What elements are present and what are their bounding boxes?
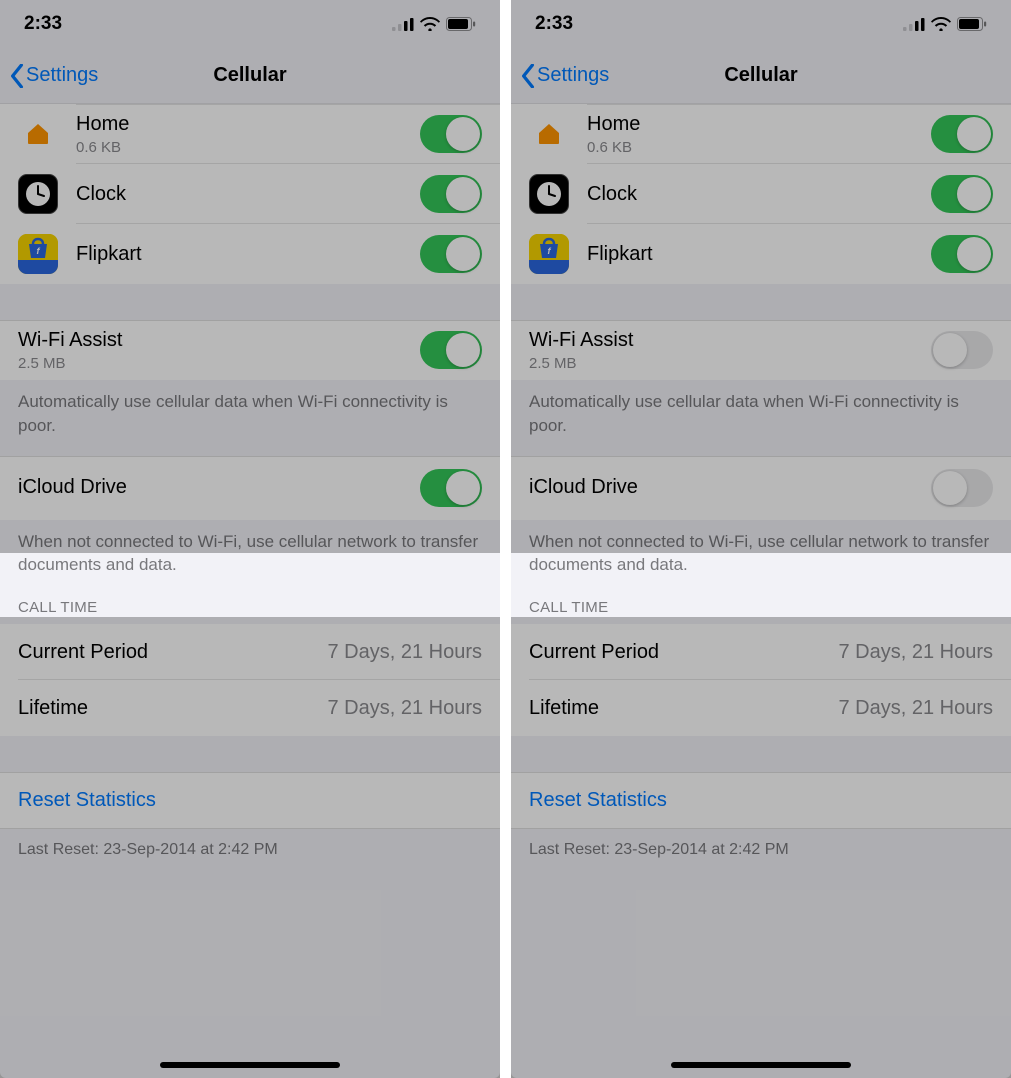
call-time-current-value: 7 Days, 21 Hours [838,641,993,664]
apps-group: Home 0.6 KB Clock [0,104,500,284]
wifi-assist-usage: 2.5 MB [18,355,420,372]
app-name: Home [587,112,931,137]
back-label: Settings [26,64,98,87]
toggle-flipkart[interactable] [931,235,993,273]
app-name: Flipkart [76,242,420,267]
flipkart-app-icon: f [18,234,58,274]
flipkart-app-icon: f [529,234,569,274]
page-title: Cellular [724,64,797,87]
last-reset-text: Last Reset: 23-Sep-2014 at 2:42 PM [0,829,500,883]
wifi-icon [420,17,440,31]
call-time-current-row: Current Period 7 Days, 21 Hours [511,624,1011,680]
wifi-assist-row[interactable]: Wi-Fi Assist 2.5 MB [511,320,1011,380]
nav-bar: Settings Cellular [0,48,500,104]
toggle-home[interactable] [420,115,482,153]
app-row-flipkart[interactable]: f Flipkart [0,224,500,284]
wifi-assist-title: Wi-Fi Assist [18,328,420,353]
status-icons [392,17,476,31]
clock-app-icon [529,174,569,214]
settings-content: Home 0.6 KB Clock [0,104,500,1078]
app-usage: 0.6 KB [76,139,420,156]
app-usage: 0.6 KB [587,139,931,156]
toggle-flipkart[interactable] [420,235,482,273]
reset-statistics-label: Reset Statistics [529,789,667,811]
app-name: Clock [76,182,420,207]
status-time: 2:33 [24,13,62,35]
reset-statistics-button[interactable]: Reset Statistics [511,772,1011,829]
call-time-current-value: 7 Days, 21 Hours [327,641,482,664]
status-bar: 2:33 [511,0,1011,48]
reset-statistics-label: Reset Statistics [18,789,156,811]
battery-icon [957,17,987,31]
phone-left: 2:33 Settings Cellular [0,0,500,1078]
app-name: Clock [587,182,931,207]
icloud-drive-footer: When not connected to Wi-Fi, use cellula… [0,520,500,596]
call-time-header: CALL TIME [511,595,1011,624]
icloud-drive-row[interactable]: iCloud Drive [511,456,1011,520]
call-time-header: CALL TIME [0,595,500,624]
status-bar: 2:33 [0,0,500,48]
app-row-clock[interactable]: Clock [0,164,500,224]
call-time-lifetime-row: Lifetime 7 Days, 21 Hours [511,680,1011,736]
icloud-drive-title: iCloud Drive [18,475,420,500]
toggle-clock[interactable] [931,175,993,213]
icloud-drive-footer: When not connected to Wi-Fi, use cellula… [511,520,1011,596]
back-button[interactable]: Settings [521,48,609,103]
call-time-lifetime-value: 7 Days, 21 Hours [838,697,993,720]
call-time-lifetime-label: Lifetime [529,697,599,720]
toggle-wifi-assist[interactable] [931,331,993,369]
chevron-left-icon [10,64,24,88]
wifi-assist-footer: Automatically use cellular data when Wi-… [511,380,1011,456]
last-reset-text: Last Reset: 23-Sep-2014 at 2:42 PM [511,829,1011,883]
nav-bar: Settings Cellular [511,48,1011,104]
wifi-assist-row[interactable]: Wi-Fi Assist 2.5 MB [0,320,500,380]
wifi-assist-title: Wi-Fi Assist [529,328,931,353]
home-app-icon [529,114,569,154]
toggle-icloud-drive[interactable] [931,469,993,507]
cellular-signal-icon [392,17,414,31]
wifi-icon [931,17,951,31]
app-name: Flipkart [587,242,931,267]
app-name: Home [76,112,420,137]
icloud-drive-title: iCloud Drive [529,475,931,500]
call-time-lifetime-label: Lifetime [18,697,88,720]
settings-content: Home 0.6 KB Clock [511,104,1011,1078]
clock-app-icon [18,174,58,214]
call-time-lifetime-value: 7 Days, 21 Hours [327,697,482,720]
status-time: 2:33 [535,13,573,35]
call-time-current-label: Current Period [529,641,659,664]
home-indicator[interactable] [160,1062,340,1068]
wifi-assist-usage: 2.5 MB [529,355,931,372]
call-time-current-row: Current Period 7 Days, 21 Hours [0,624,500,680]
home-app-icon [18,114,58,154]
home-indicator[interactable] [671,1062,851,1068]
phone-right: 2:33 Settings Cellular [511,0,1011,1078]
battery-icon [446,17,476,31]
wifi-assist-footer: Automatically use cellular data when Wi-… [0,380,500,456]
back-button[interactable]: Settings [10,48,98,103]
toggle-icloud-drive[interactable] [420,469,482,507]
cellular-signal-icon [903,17,925,31]
back-label: Settings [537,64,609,87]
icloud-drive-row[interactable]: iCloud Drive [0,456,500,520]
call-time-lifetime-row: Lifetime 7 Days, 21 Hours [0,680,500,736]
chevron-left-icon [521,64,535,88]
page-title: Cellular [213,64,286,87]
app-row-clock[interactable]: Clock [511,164,1011,224]
call-time-current-label: Current Period [18,641,148,664]
app-row-home[interactable]: Home 0.6 KB [0,104,500,164]
toggle-clock[interactable] [420,175,482,213]
app-row-home[interactable]: Home 0.6 KB [511,104,1011,164]
toggle-wifi-assist[interactable] [420,331,482,369]
status-icons [903,17,987,31]
apps-group: Home 0.6 KB Clock [511,104,1011,284]
app-row-flipkart[interactable]: f Flipkart [511,224,1011,284]
toggle-home[interactable] [931,115,993,153]
reset-statistics-button[interactable]: Reset Statistics [0,772,500,829]
